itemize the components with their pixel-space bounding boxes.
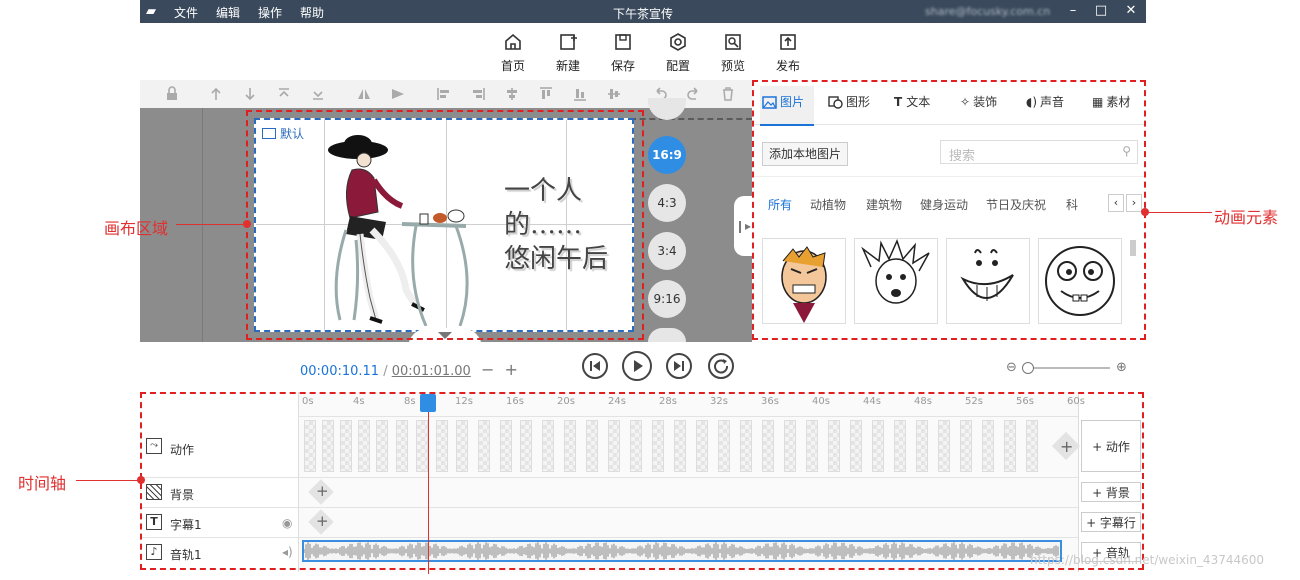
time-separator: / — [383, 364, 388, 379]
move-up-icon[interactable] — [208, 86, 224, 102]
zoom-slider-handle[interactable] — [1022, 362, 1034, 374]
lock-icon[interactable] — [164, 86, 180, 102]
preview-icon — [725, 34, 741, 50]
flip-horizontal-icon[interactable] — [356, 86, 372, 102]
align-left-icon[interactable] — [436, 86, 452, 102]
canvas-annotation-line — [176, 224, 244, 225]
replay-icon[interactable] — [708, 353, 734, 379]
duration-decrease-button[interactable]: − — [481, 360, 494, 379]
canvas-annotation-label: 画布区域 — [104, 219, 169, 238]
home-label: 首页 — [500, 59, 525, 73]
publish-button[interactable]: 发布 — [770, 32, 806, 74]
minimize-icon[interactable]: – — [1064, 2, 1082, 20]
canvas-annotation-box — [246, 110, 644, 340]
flip-vertical-icon[interactable] — [390, 86, 406, 102]
ratio-9-16[interactable]: 9:16 — [648, 280, 686, 318]
zoom-in-icon[interactable]: ⊕ — [1116, 360, 1127, 375]
title-bar: ▰ 文件 编辑 操作 帮助 下午茶宣传 share@focusky.com.cn… — [140, 0, 1146, 23]
timeline-annotation-label: 时间轴 — [18, 474, 67, 493]
gear-icon — [670, 33, 686, 51]
close-icon[interactable]: ✕ — [1122, 2, 1140, 20]
move-down-icon[interactable] — [242, 86, 258, 102]
duration-increase-button[interactable]: + — [504, 360, 517, 379]
timeline-annotation-box — [140, 392, 1144, 570]
watermark-text: https://blog.csdn.net/weixin_43744600 — [1030, 553, 1265, 567]
timeline-annotation-dot — [137, 476, 145, 484]
preview-label: 预览 — [720, 59, 745, 73]
elements-annotation-line — [1146, 212, 1212, 213]
time-display: 00:00:10.11 / 00:01:01.00 − + — [300, 360, 518, 379]
total-time[interactable]: 00:01:01.00 — [392, 364, 471, 379]
zoom-slider-track[interactable] — [1024, 367, 1110, 369]
config-label: 配置 — [665, 59, 690, 73]
ratio-scroll-down[interactable] — [648, 328, 686, 342]
new-file-icon — [560, 34, 577, 50]
skip-back-icon[interactable] — [582, 353, 608, 379]
publish-icon — [780, 34, 796, 50]
play-icon[interactable] — [622, 351, 652, 381]
account-email[interactable]: share@focusky.com.cn — [925, 5, 1050, 18]
align-top-icon[interactable] — [538, 86, 554, 102]
preview-button[interactable]: 预览 — [715, 32, 751, 74]
delete-icon[interactable] — [720, 86, 736, 102]
timeline-annotation-line — [76, 480, 140, 481]
align-center-icon[interactable] — [504, 86, 520, 102]
maximize-icon[interactable]: □ — [1092, 2, 1110, 20]
panel-collapse-icon[interactable]: ❙▸ — [734, 196, 752, 256]
zoom-out-icon[interactable]: ⊖ — [1006, 360, 1017, 375]
new-label: 新建 — [555, 59, 580, 73]
save-label: 保存 — [610, 59, 635, 73]
save-button[interactable]: 保存 — [605, 32, 641, 74]
elements-annotation-label: 动画元素 — [1214, 208, 1279, 227]
current-time: 00:00:10.11 — [300, 364, 380, 379]
save-icon — [615, 34, 631, 50]
elements-annotation-dot — [1141, 208, 1149, 216]
elements-annotation-box — [752, 80, 1146, 340]
home-button[interactable]: 首页 — [495, 32, 531, 74]
publish-label: 发布 — [775, 59, 800, 73]
home-icon — [505, 33, 521, 50]
canvas-annotation-dot — [243, 220, 251, 228]
align-middle-icon[interactable] — [606, 86, 622, 102]
skip-forward-icon[interactable] — [666, 353, 692, 379]
ratio-4-3[interactable]: 4:3 — [648, 184, 686, 222]
redo-icon[interactable] — [686, 86, 702, 102]
bring-to-front-icon[interactable] — [276, 86, 292, 102]
config-button[interactable]: 配置 — [660, 32, 696, 74]
align-right-icon[interactable] — [470, 86, 486, 102]
align-bottom-icon[interactable] — [572, 86, 588, 102]
ratio-16-9[interactable]: 16:9 — [648, 136, 686, 174]
send-to-back-icon[interactable] — [310, 86, 326, 102]
ratio-3-4[interactable]: 3:4 — [648, 232, 686, 270]
new-button[interactable]: 新建 — [550, 32, 586, 74]
